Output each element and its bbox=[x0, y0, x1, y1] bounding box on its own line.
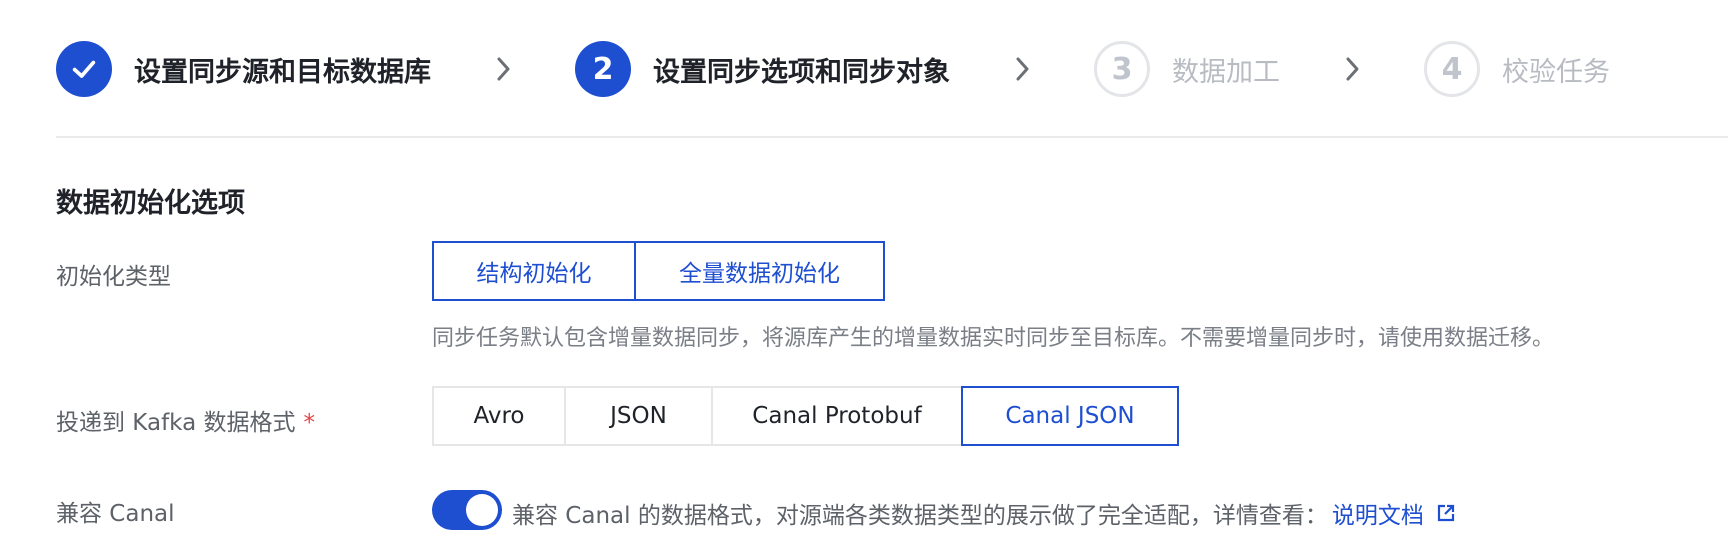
chevron-right-icon bbox=[491, 57, 515, 81]
format-option-canal-protobuf[interactable]: Canal Protobuf bbox=[711, 386, 963, 446]
external-link-icon[interactable] bbox=[1436, 503, 1456, 523]
step-3-label: 数据加工 bbox=[1172, 56, 1280, 88]
step-2-label: 设置同步选项和同步对象 bbox=[653, 56, 950, 88]
init-type-hint: 同步任务默认包含增量数据同步，将源库产生的增量数据实时同步至目标库。不需要增量同… bbox=[432, 326, 1555, 351]
format-option-avro[interactable]: Avro bbox=[432, 386, 566, 446]
init-type-segmented: 结构初始化 全量数据初始化 bbox=[432, 241, 885, 301]
step-3[interactable]: 3 数据加工 bbox=[1094, 41, 1280, 97]
chevron-right-icon bbox=[1340, 57, 1364, 81]
step-1[interactable]: 设置同步源和目标数据库 bbox=[56, 41, 431, 97]
format-option-canal-json[interactable]: Canal JSON bbox=[961, 386, 1179, 446]
init-option-structure[interactable]: 结构初始化 bbox=[432, 241, 635, 301]
step-4-number: 4 bbox=[1424, 41, 1480, 97]
step-1-label: 设置同步源和目标数据库 bbox=[134, 56, 431, 88]
toggle-knob bbox=[466, 494, 498, 526]
step-4[interactable]: 4 校验任务 bbox=[1424, 41, 1610, 97]
canal-compat-label: 兼容 Canal bbox=[56, 501, 175, 527]
required-mark: * bbox=[303, 410, 316, 436]
steps-bar: 设置同步源和目标数据库 2 设置同步选项和同步对象 3 数据加工 4 校验任务 bbox=[56, 40, 1610, 98]
step-3-number: 3 bbox=[1094, 41, 1150, 97]
step-1-check-icon bbox=[56, 41, 112, 97]
canal-compat-description-row: 兼容 Canal 的数据格式，对源端各类数据类型的展示做了完全适配，详情查看： … bbox=[512, 496, 1456, 530]
canal-compat-toggle[interactable] bbox=[432, 490, 502, 530]
steps-divider bbox=[56, 136, 1728, 138]
step-2[interactable]: 2 设置同步选项和同步对象 bbox=[575, 41, 950, 97]
kafka-format-label-text: 投递到 Kafka 数据格式 bbox=[56, 410, 296, 436]
kafka-format-segmented: Avro JSON Canal Protobuf Canal JSON bbox=[432, 386, 1179, 446]
chevron-right-icon bbox=[1010, 57, 1034, 81]
step-2-number: 2 bbox=[575, 41, 631, 97]
format-option-json[interactable]: JSON bbox=[564, 386, 713, 446]
init-option-full-data[interactable]: 全量数据初始化 bbox=[635, 241, 885, 301]
doc-link[interactable]: 说明文档 bbox=[1332, 496, 1424, 530]
step-4-label: 校验任务 bbox=[1502, 56, 1610, 88]
init-type-label: 初始化类型 bbox=[56, 264, 171, 290]
canal-compat-description: 兼容 Canal 的数据格式，对源端各类数据类型的展示做了完全适配，详情查看： bbox=[512, 503, 1328, 529]
kafka-format-label: 投递到 Kafka 数据格式 * bbox=[56, 403, 315, 437]
sync-task-config-page: 设置同步源和目标数据库 2 设置同步选项和同步对象 3 数据加工 4 校验任务 … bbox=[0, 0, 1728, 558]
section-title: 数据初始化选项 bbox=[56, 188, 245, 219]
